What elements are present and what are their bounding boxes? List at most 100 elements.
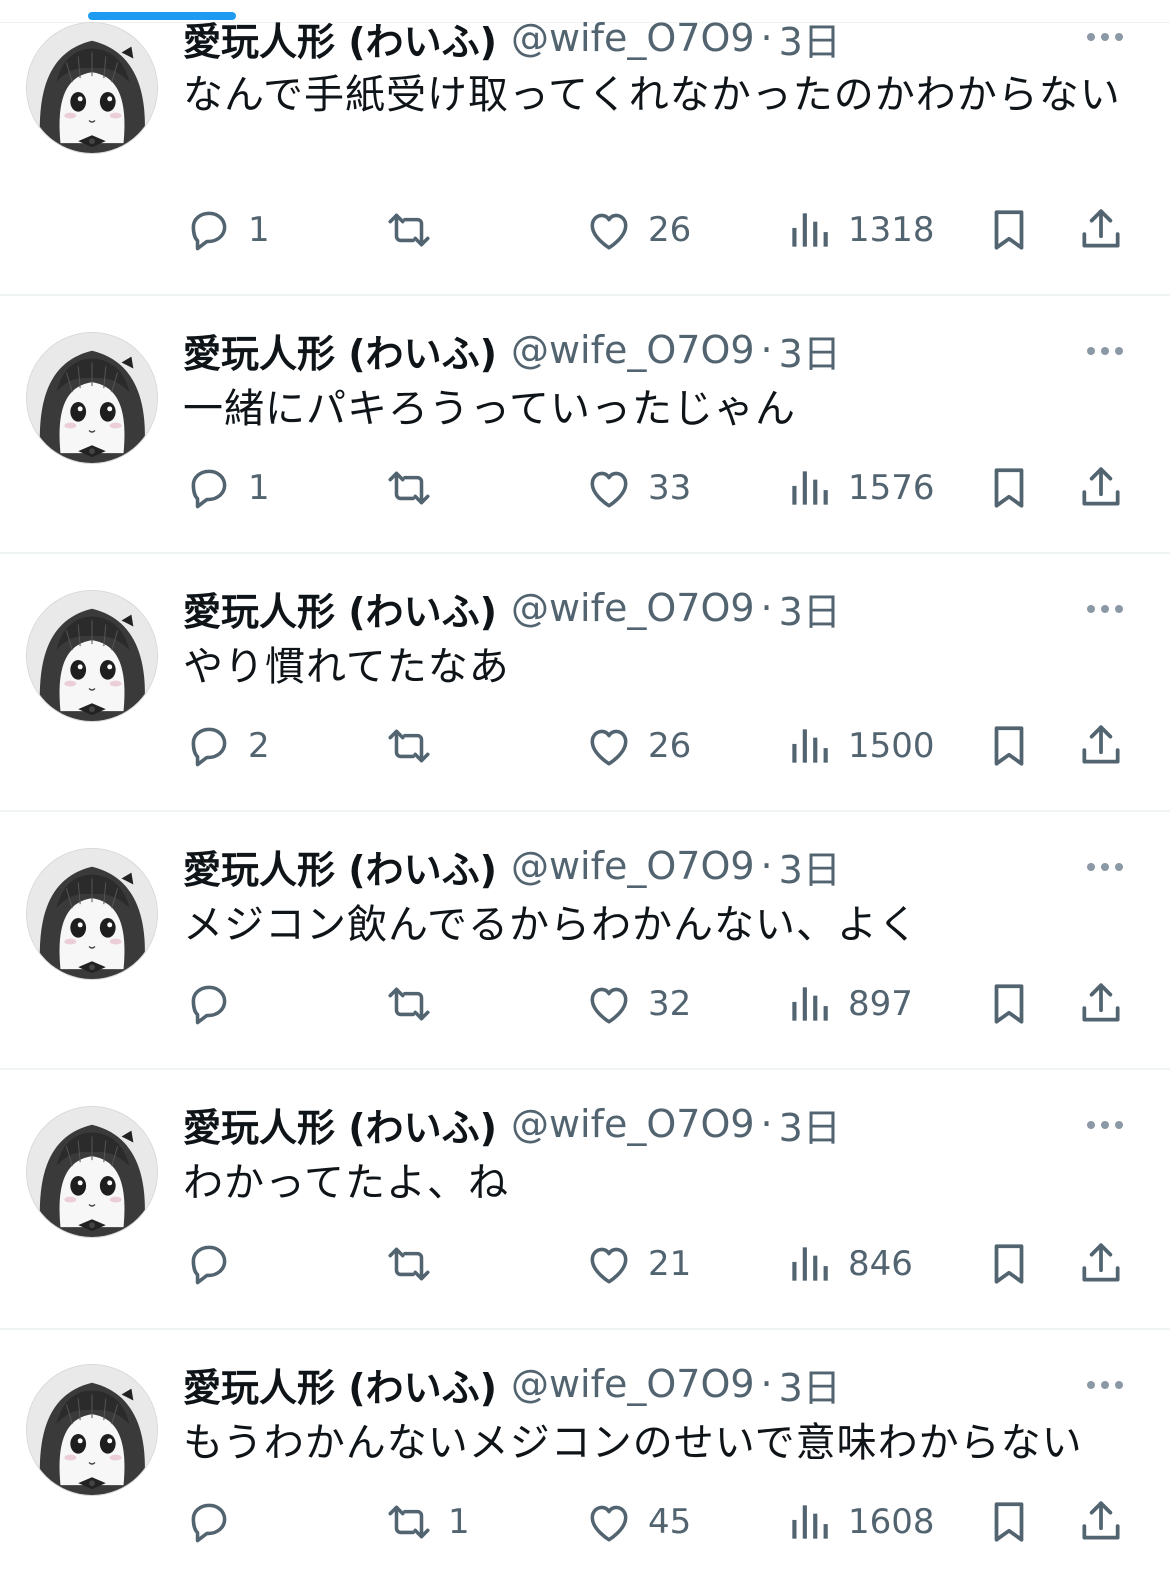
share-button[interactable]	[1076, 1492, 1126, 1552]
bookmark-button[interactable]	[984, 458, 1034, 518]
share-icon	[1076, 1497, 1126, 1547]
share-button[interactable]	[1076, 458, 1126, 518]
reply-icon	[184, 979, 234, 1029]
reply-button[interactable]	[184, 974, 248, 1034]
retweet-button[interactable]	[384, 1234, 448, 1294]
share-button[interactable]	[1076, 716, 1126, 776]
display-name[interactable]: 愛玩人形 (わいふ)	[183, 11, 497, 66]
retweet-button[interactable]: 1	[384, 1492, 470, 1552]
display-name[interactable]: 愛玩人形 (わいふ)	[183, 581, 497, 636]
user-handle[interactable]: @wife_O7O9	[511, 1102, 755, 1146]
separator-dot: ·	[760, 1362, 773, 1406]
tweet-header: 愛玩人形 (わいふ) @wife_O7O9 · 3日	[183, 1098, 841, 1150]
reply-count: 1	[248, 210, 270, 250]
views-button[interactable]: 1318	[784, 200, 935, 260]
retweet-button[interactable]	[384, 458, 448, 518]
like-button[interactable]: 45	[584, 1492, 691, 1552]
retweet-icon	[384, 1497, 434, 1547]
views-button[interactable]: 1500	[784, 716, 935, 776]
reply-button[interactable]: 1	[184, 458, 270, 518]
tweet-divider	[0, 552, 1170, 554]
separator-dot: ·	[760, 1102, 773, 1146]
more-icon[interactable]	[1080, 1370, 1130, 1400]
like-button[interactable]: 26	[584, 716, 691, 776]
avatar[interactable]	[26, 848, 158, 980]
reply-button[interactable]	[184, 1234, 248, 1294]
bookmark-icon	[984, 1497, 1034, 1547]
display-name[interactable]: 愛玩人形 (わいふ)	[183, 323, 497, 378]
avatar[interactable]	[26, 590, 158, 722]
like-count: 26	[648, 210, 692, 250]
avatar[interactable]	[26, 332, 158, 464]
view-count: 1576	[848, 468, 935, 508]
share-icon	[1076, 979, 1126, 1029]
share-button[interactable]	[1076, 200, 1126, 260]
retweet-button[interactable]	[384, 974, 448, 1034]
reply-button[interactable]: 2	[184, 716, 270, 776]
like-button[interactable]: 33	[584, 458, 691, 518]
like-button[interactable]: 32	[584, 974, 691, 1034]
action-bar: 21 846	[0, 1234, 1170, 1294]
bookmark-button[interactable]	[984, 1492, 1034, 1552]
avatar[interactable]	[26, 22, 158, 154]
separator-dot: ·	[760, 16, 773, 60]
like-button[interactable]: 21	[584, 1234, 691, 1294]
retweet-icon	[384, 1239, 434, 1289]
timestamp[interactable]: 3日	[779, 1357, 841, 1412]
bookmark-button[interactable]	[984, 1234, 1034, 1294]
tweet-header: 愛玩人形 (わいふ) @wife_O7O9 · 3日	[183, 12, 841, 64]
reply-count: 2	[248, 726, 270, 766]
bookmark-button[interactable]	[984, 200, 1034, 260]
share-button[interactable]	[1076, 1234, 1126, 1294]
user-handle[interactable]: @wife_O7O9	[511, 844, 755, 888]
timestamp[interactable]: 3日	[779, 11, 841, 66]
display-name[interactable]: 愛玩人形 (わいふ)	[183, 1357, 497, 1412]
views-button[interactable]: 846	[784, 1234, 913, 1294]
display-name[interactable]: 愛玩人形 (わいふ)	[183, 839, 497, 894]
timestamp[interactable]: 3日	[779, 839, 841, 894]
view-count: 1500	[848, 726, 935, 766]
user-handle[interactable]: @wife_O7O9	[511, 586, 755, 630]
more-icon[interactable]	[1080, 336, 1130, 366]
share-button[interactable]	[1076, 974, 1126, 1034]
bookmark-button[interactable]	[984, 716, 1034, 776]
more-icon[interactable]	[1080, 852, 1130, 882]
display-name[interactable]: 愛玩人形 (わいふ)	[183, 1097, 497, 1152]
reply-icon	[184, 1497, 234, 1547]
more-icon[interactable]	[1080, 22, 1130, 52]
more-icon[interactable]	[1080, 1110, 1130, 1140]
views-button[interactable]: 897	[784, 974, 913, 1034]
reply-button[interactable]	[184, 1492, 248, 1552]
user-handle[interactable]: @wife_O7O9	[511, 328, 755, 372]
heart-icon	[584, 1497, 634, 1547]
more-icon[interactable]	[1080, 594, 1130, 624]
heart-icon	[584, 1239, 634, 1289]
bookmark-button[interactable]	[984, 974, 1034, 1034]
user-handle[interactable]: @wife_O7O9	[511, 16, 755, 60]
retweet-button[interactable]	[384, 716, 448, 776]
avatar[interactable]	[26, 1364, 158, 1496]
timestamp[interactable]: 3日	[779, 323, 841, 378]
bookmark-icon	[984, 205, 1034, 255]
avatar[interactable]	[26, 1106, 158, 1238]
user-handle[interactable]: @wife_O7O9	[511, 1362, 755, 1406]
views-button[interactable]: 1608	[784, 1492, 935, 1552]
timestamp[interactable]: 3日	[779, 1097, 841, 1152]
reply-icon	[184, 463, 234, 513]
tweet-divider	[0, 294, 1170, 296]
tweet-text: やり慣れてたなあ	[183, 644, 510, 690]
tweet-text: メジコン飲んでるからわかんない、よく	[183, 902, 919, 948]
view-count: 1608	[848, 1502, 935, 1542]
view-count: 897	[848, 984, 913, 1024]
like-button[interactable]: 26	[584, 200, 691, 260]
reply-button[interactable]: 1	[184, 200, 270, 260]
views-icon	[784, 205, 834, 255]
tweet-divider	[0, 810, 1170, 812]
tweet-header: 愛玩人形 (わいふ) @wife_O7O9 · 3日	[183, 1358, 841, 1410]
views-button[interactable]: 1576	[784, 458, 935, 518]
retweet-button[interactable]	[384, 200, 448, 260]
timestamp[interactable]: 3日	[779, 581, 841, 636]
tweet-text: 一緒にパキろうっていったじゃん	[183, 386, 796, 432]
like-count: 33	[648, 468, 692, 508]
bookmark-icon	[984, 979, 1034, 1029]
